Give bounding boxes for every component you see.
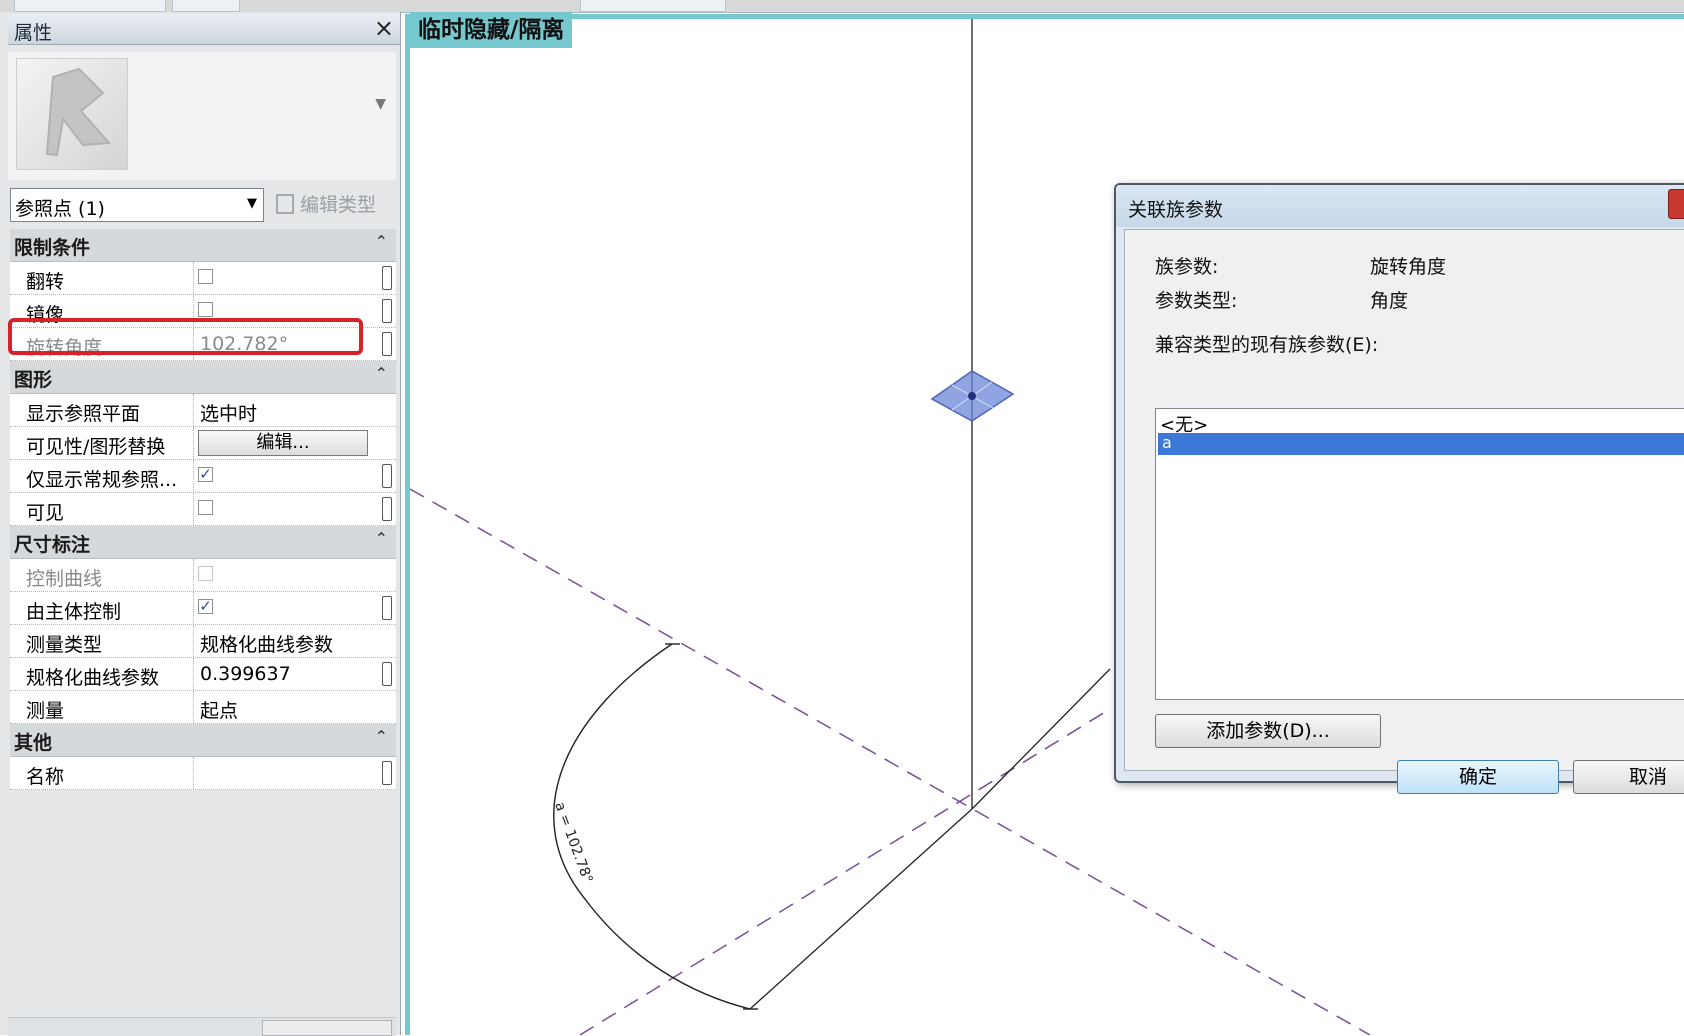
mirror-checkbox[interactable] (198, 302, 213, 317)
row-measure: 测量 起点 (10, 691, 396, 724)
row-visibility-override: 可见性/图形替换 编辑... (10, 427, 396, 460)
row-scroll-handle[interactable] (382, 662, 392, 686)
row-measure-type: 测量类型 规格化曲线参数 (10, 625, 396, 658)
rotation-angle-highlight (8, 318, 363, 355)
measure-type-value[interactable]: 规格化曲线参数 (200, 630, 333, 657)
curve-line (971, 668, 1111, 810)
family-param-label: 族参数: (1155, 256, 1219, 278)
collapse-icon[interactable]: ⌃ (375, 529, 388, 548)
section-other[interactable]: 其他 ⌃ (10, 724, 396, 757)
type-preview: ▼ (8, 52, 396, 180)
ok-button[interactable]: 确定 (1397, 760, 1559, 794)
chevron-down-icon: ▼ (247, 196, 257, 211)
edit-type-button[interactable]: 编辑类型 (276, 190, 376, 220)
control-curve-checkbox (198, 566, 213, 581)
flip-checkbox[interactable] (198, 269, 213, 284)
row-label: 由主体控制 (10, 592, 194, 624)
row-normalized-param: 规格化曲线参数 0.399637 (10, 658, 396, 691)
row-scroll-handle[interactable] (382, 761, 392, 785)
row-label: 翻转 (10, 262, 194, 294)
row-scroll-handle[interactable] (382, 596, 392, 620)
row-show-normal-ref: 仅显示常规参照... ✓ (10, 460, 396, 493)
edit-type-icon (276, 194, 294, 214)
section-constraints[interactable]: 限制条件 ⌃ (10, 229, 396, 262)
family-param-value: 旋转角度 (1370, 256, 1447, 278)
tab-second[interactable] (172, 0, 240, 12)
row-scroll-handle[interactable] (382, 464, 392, 488)
tab-view[interactable] (580, 0, 726, 12)
list-item-selected[interactable]: a (1158, 433, 1684, 455)
visible-checkbox[interactable] (198, 500, 213, 515)
row-scroll-handle[interactable] (382, 299, 392, 323)
existing-params-label: 兼容类型的现有族参数(E): (1155, 334, 1379, 356)
measure-value[interactable]: 起点 (200, 696, 238, 723)
curve-line (749, 808, 973, 1010)
revit-logo-icon (16, 58, 128, 170)
type-selector-value: 参照点 (1) (15, 198, 105, 220)
row-name: 名称 (10, 757, 396, 790)
row-scroll-handle[interactable] (382, 497, 392, 521)
visibility-edit-button[interactable]: 编辑... (198, 430, 368, 456)
row-label: 显示参照平面 (10, 394, 194, 426)
row-label: 控制曲线 (10, 559, 194, 591)
row-host-driven: 由主体控制 ✓ (10, 592, 396, 625)
dialog-title: 关联族参数 (1128, 199, 1224, 221)
tab-left[interactable] (14, 0, 166, 12)
dialog-titlebar[interactable]: 关联族参数 (1116, 185, 1684, 227)
section-label: 图形 (14, 369, 53, 391)
add-parameter-button[interactable]: 添加参数(D)... (1155, 714, 1381, 748)
show-normal-ref-checkbox[interactable]: ✓ (198, 467, 213, 482)
close-icon[interactable]: × (374, 15, 394, 41)
row-visible: 可见 (10, 493, 396, 526)
row-label: 规格化曲线参数 (10, 658, 194, 690)
row-scroll-handle[interactable] (382, 332, 392, 356)
chevron-down-icon[interactable]: ▼ (375, 96, 386, 112)
collapse-icon[interactable]: ⌃ (375, 727, 388, 746)
properties-header: 属性 × (8, 14, 400, 45)
temporary-hide-isolate-label: 临时隐藏/隔离 (410, 12, 573, 48)
reference-point-center (968, 392, 976, 400)
row-label: 可见性/图形替换 (10, 427, 194, 459)
param-type-value: 角度 (1370, 290, 1409, 312)
param-type-label: 参数类型: (1155, 290, 1238, 312)
row-flip: 翻转 (10, 262, 396, 295)
ref-plane-dashed-line (579, 708, 1111, 1035)
properties-title: 属性 (14, 22, 53, 44)
close-icon[interactable] (1668, 189, 1684, 219)
row-show-ref-planes: 显示参照平面 选中时 (10, 394, 396, 427)
collapse-icon[interactable]: ⌃ (375, 364, 388, 383)
row-label: 仅显示常规参照... (10, 460, 194, 492)
properties-footer (8, 1017, 396, 1036)
angle-dimension-arc (553, 643, 751, 1010)
section-dimensions[interactable]: 尺寸标注 ⌃ (10, 526, 396, 559)
collapse-icon[interactable]: ⌃ (375, 232, 388, 251)
section-label: 限制条件 (14, 237, 91, 259)
section-graphics[interactable]: 图形 ⌃ (10, 361, 396, 394)
dialog-body: 族参数: 旋转角度 参数类型: 角度 兼容类型的现有族参数(E): <无> a … (1124, 229, 1684, 794)
section-label: 其他 (14, 732, 53, 754)
edit-type-label: 编辑类型 (300, 194, 377, 216)
row-label: 可见 (10, 493, 194, 525)
associate-family-parameter-dialog: 关联族参数 族参数: 旋转角度 参数类型: 角度 兼容类型的现有族参数(E): … (1114, 183, 1684, 794)
host-driven-checkbox[interactable]: ✓ (198, 599, 213, 614)
section-label: 尺寸标注 (14, 534, 91, 556)
properties-palette: 属性 × ▼ 参照点 (1) ▼ 编辑类型 限制条件 ⌃ 翻转 镜像 旋转角度 … (0, 12, 401, 1036)
existing-params-listbox[interactable]: <无> a (1155, 408, 1684, 700)
property-grid: 限制条件 ⌃ 翻转 镜像 旋转角度 102.782° 图形 ⌃ 显示参照平面 选… (10, 229, 396, 790)
normalized-param-value[interactable]: 0.399637 (200, 663, 291, 685)
row-label: 测量 (10, 691, 194, 723)
apply-button[interactable] (262, 1020, 392, 1036)
show-ref-planes-value[interactable]: 选中时 (200, 399, 257, 426)
row-scroll-handle[interactable] (382, 266, 392, 290)
row-control-curve: 控制曲线 (10, 559, 396, 592)
row-label: 名称 (10, 757, 194, 789)
cancel-button[interactable]: 取消 (1573, 760, 1684, 794)
dimension-label: a = 102.78° (551, 800, 595, 886)
type-selector[interactable]: 参照点 (1) ▼ (10, 188, 264, 222)
row-label: 测量类型 (10, 625, 194, 657)
